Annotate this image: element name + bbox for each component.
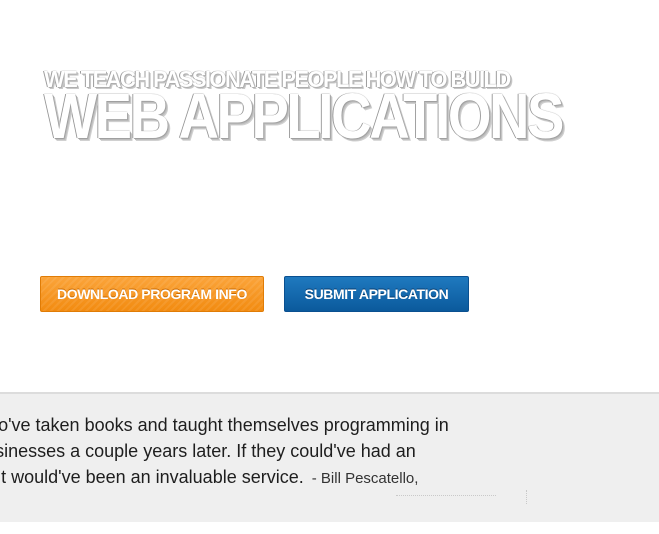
testimonial-line-2: and have built businesses a couple years… <box>0 441 416 461</box>
page: WE TEACH PASSIONATE PEOPLE HOW TO BUILD … <box>0 0 659 534</box>
download-program-info-label: DOWNLOAD PROGRAM INFO <box>57 286 247 302</box>
submit-application-label: SUBMIT APPLICATION <box>304 286 449 302</box>
testimonial-line-3-text: to speed that up, it would've been an in… <box>0 467 304 487</box>
dotted-divider <box>396 495 496 496</box>
submit-application-button[interactable]: SUBMIT APPLICATION <box>284 276 469 312</box>
testimonial-author: - Bill Pescatello, <box>311 470 419 487</box>
hero-title: WEB APPLICATIONS <box>44 80 564 152</box>
testimonial-band: entrepreneurs who've taken books and tau… <box>0 392 659 522</box>
dotted-tick <box>526 490 527 504</box>
testimonial-line-3: to speed that up, it would've been an in… <box>0 464 618 492</box>
testimonial-line-1: entrepreneurs who've taken books and tau… <box>0 415 449 435</box>
testimonial-quote: entrepreneurs who've taken books and tau… <box>0 412 618 492</box>
download-program-info-button[interactable]: DOWNLOAD PROGRAM INFO <box>40 276 264 312</box>
